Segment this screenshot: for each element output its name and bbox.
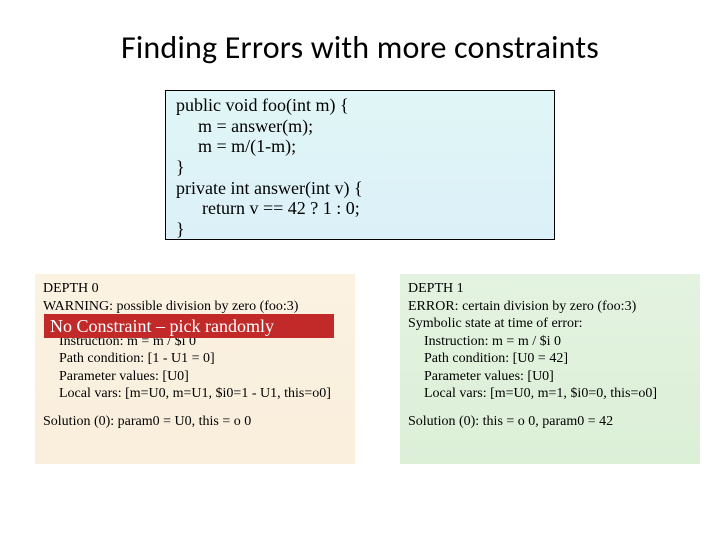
symbolic-state-text: Symbolic state at time of error: — [408, 315, 692, 333]
code-line: private int answer(int v) { — [176, 178, 546, 199]
no-constraint-callout: No Constraint – pick randomly — [44, 314, 334, 338]
code-line: m = m/(1-m); — [176, 136, 546, 157]
error-text: ERROR: certain division by zero (foo:3) — [408, 298, 692, 316]
parameter-values-text: Parameter values: [U0] — [408, 368, 692, 386]
solution-text: Solution (0): this = o 0, param0 = 42 — [408, 413, 692, 431]
code-line: } — [176, 219, 546, 240]
path-condition-text: Path condition: [U0 = 42] — [408, 350, 692, 368]
warning-text: WARNING: possible division by zero (foo:… — [43, 298, 347, 316]
code-line: public void foo(int m) { — [176, 95, 546, 116]
code-line: return v == 42 ? 1 : 0; — [176, 198, 546, 219]
local-vars-text: Local vars: [m=U0, m=U1, $i0=1 - U1, thi… — [43, 385, 347, 403]
local-vars-text: Local vars: [m=U0, m=1, $i0=0, this=o0] — [408, 385, 692, 403]
solution-text: Solution (0): param0 = U0, this = o 0 — [43, 413, 347, 431]
code-snippet: public void foo(int m) { m = answer(m); … — [165, 90, 555, 240]
code-line: m = answer(m); — [176, 116, 546, 137]
code-line: } — [176, 157, 546, 178]
path-condition-text: Path condition: [1 - U1 = 0] — [43, 350, 347, 368]
slide-title: Finding Errors with more constraints — [0, 0, 720, 67]
depth0-panel: DEPTH 0 WARNING: possible division by ze… — [35, 274, 355, 464]
depth-label: DEPTH 1 — [408, 280, 692, 298]
depth-label: DEPTH 0 — [43, 280, 347, 298]
instruction-text: Instruction: m = m / $i 0 — [408, 333, 692, 351]
parameter-values-text: Parameter values: [U0] — [43, 368, 347, 386]
depth1-panel: DEPTH 1 ERROR: certain division by zero … — [400, 274, 700, 464]
